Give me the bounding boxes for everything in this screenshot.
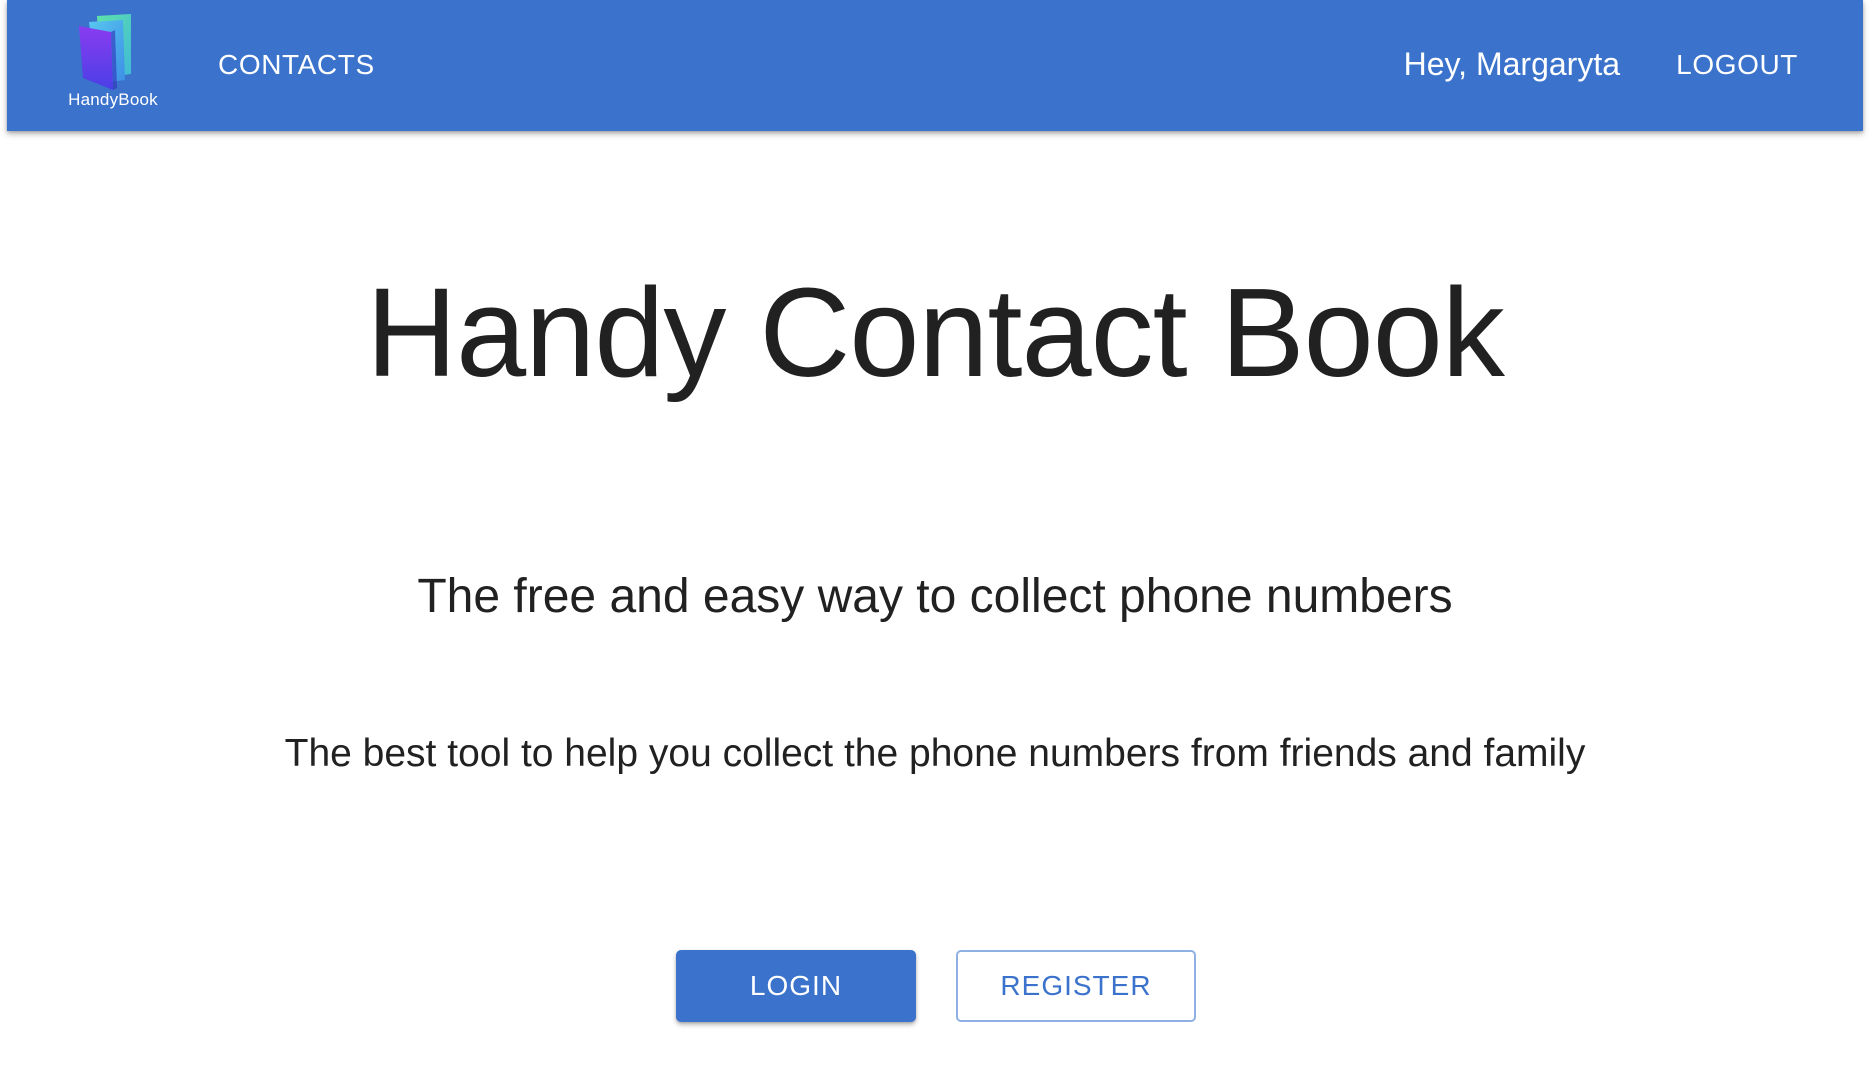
- login-button[interactable]: LOGIN: [676, 950, 916, 1022]
- page-title: Handy Contact Book: [366, 262, 1505, 403]
- app-bar: HandyBook CONTACTS Hey, Margaryta LOGOUT: [7, 0, 1863, 131]
- app-logo[interactable]: HandyBook: [59, 12, 169, 112]
- register-button[interactable]: REGISTER: [956, 950, 1196, 1022]
- book-icon: [79, 14, 131, 90]
- logout-button[interactable]: LOGOUT: [1676, 46, 1798, 84]
- home-page: HandyBook CONTACTS Hey, Margaryta LOGOUT…: [0, 0, 1870, 1070]
- user-greeting: Hey, Margaryta: [1403, 46, 1620, 82]
- nav-contacts-link[interactable]: CONTACTS: [218, 46, 375, 84]
- logo-text: HandyBook: [68, 90, 158, 109]
- hero-subtext: The best tool to help you collect the ph…: [284, 732, 1586, 775]
- hero-tagline: The free and easy way to collect phone n…: [417, 570, 1453, 623]
